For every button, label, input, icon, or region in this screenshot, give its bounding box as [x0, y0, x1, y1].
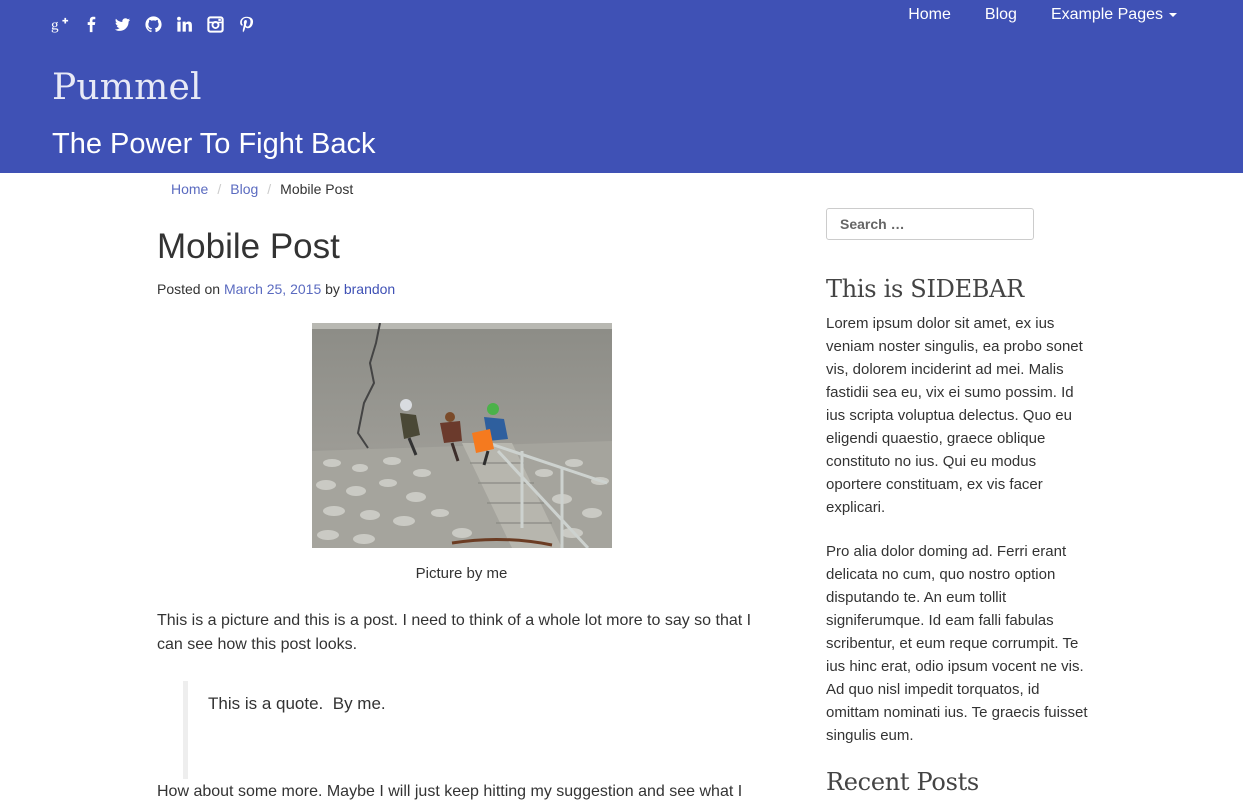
post-date-link[interactable]: March 25, 2015 [224, 281, 321, 297]
social-links: g [51, 15, 256, 35]
breadcrumb-home[interactable]: Home [171, 181, 208, 197]
github-icon[interactable] [144, 15, 163, 35]
post-title: Mobile Post [157, 227, 340, 266]
site-tagline: The Power To Fight Back [52, 128, 376, 160]
sidebar-text: Pro alia dolor doming ad. Ferri erant de… [826, 543, 1088, 744]
breadcrumb-blog[interactable]: Blog [230, 181, 258, 197]
caret-down-icon [1169, 12, 1177, 17]
sidebar-text: Lorem ipsum dolor sit amet, ex ius venia… [826, 315, 1083, 516]
site-header: g Home Blog Example Pages Pummel The Pow… [0, 0, 1243, 173]
site-title[interactable]: Pummel [52, 67, 202, 108]
post-meta: Posted on March 25, 2015 by brandon [157, 281, 395, 297]
linkedin-icon[interactable] [175, 15, 194, 35]
post-author-link[interactable]: brandon [344, 281, 395, 297]
breadcrumb: Home / Blog / Mobile Post [171, 181, 353, 197]
search-input[interactable] [826, 208, 1034, 240]
breadcrumb-current: Mobile Post [280, 181, 354, 197]
sidebar-widget-title: This is SIDEBAR [826, 275, 1024, 303]
posted-on-label: Posted on [157, 281, 221, 297]
nav-blog[interactable]: Blog [968, 6, 1034, 24]
image-caption: Picture by me [415, 565, 508, 582]
nav-example-pages[interactable]: Example Pages [1034, 6, 1177, 24]
facebook-icon[interactable] [82, 15, 101, 35]
twitter-icon[interactable] [113, 15, 132, 35]
by-label: by [325, 281, 340, 297]
post-image [312, 323, 612, 548]
svg-text:g: g [51, 16, 59, 33]
nav-example-pages-label: Example Pages [1050, 6, 1163, 23]
blockquote: This is a quote. By me. [183, 681, 758, 779]
post-paragraph: How about some more. Maybe I will just k… [157, 783, 743, 800]
main-nav: Home Blog Example Pages [891, 6, 1177, 24]
breadcrumb-separator: / [217, 181, 222, 197]
blockquote-text: This is a quote. By me. [208, 694, 386, 713]
recent-posts-title: Recent Posts [826, 768, 979, 796]
pinterest-icon[interactable] [237, 15, 256, 35]
instagram-icon[interactable] [206, 15, 225, 35]
google-plus-icon[interactable]: g [51, 15, 70, 35]
breadcrumb-separator: / [267, 181, 272, 197]
nav-home[interactable]: Home [891, 6, 968, 24]
post-paragraph: This is a picture and this is a post. I … [157, 612, 752, 653]
